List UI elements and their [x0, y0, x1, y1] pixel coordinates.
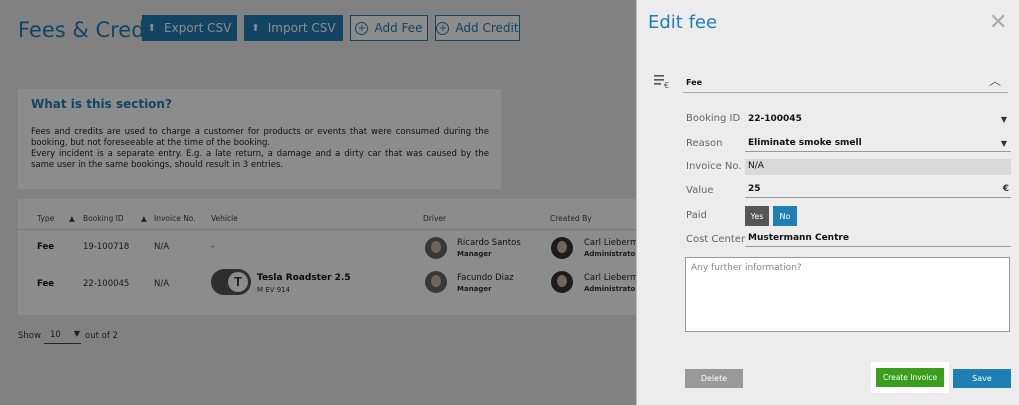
booking-id-label: Booking ID: [686, 113, 741, 124]
value-label: Value: [686, 185, 714, 196]
value-input[interactable]: 25 €: [745, 182, 1011, 198]
paid-yes-toggle[interactable]: Yes: [745, 206, 769, 226]
create-invoice-button[interactable]: Create Invoice: [876, 368, 944, 387]
currency-symbol: €: [1002, 184, 1009, 194]
chevron-up-icon[interactable]: ︿: [989, 72, 1001, 89]
paid-no-toggle[interactable]: No: [773, 206, 797, 226]
edit-fee-panel: Edit fee ✕ € Fee ︿ Booking ID 22-100045 …: [636, 0, 1019, 405]
reason-select[interactable]: Eliminate smoke smell ▼: [745, 136, 1011, 152]
create-invoice-highlight: Create Invoice: [871, 362, 949, 393]
svg-text:€: €: [664, 81, 669, 89]
delete-button[interactable]: Delete: [685, 369, 743, 388]
caret-down-icon: ▼: [1000, 139, 1007, 148]
booking-id-select[interactable]: 22-100045 ▼: [745, 112, 1011, 128]
fee-list-icon: €: [654, 75, 669, 89]
section-divider: [683, 92, 1008, 93]
close-icon[interactable]: ✕: [989, 10, 1007, 35]
invoice-no-label: Invoice No.: [686, 161, 742, 172]
reason-label: Reason: [686, 138, 723, 149]
notes-textarea[interactable]: Any further information?: [685, 257, 1010, 332]
fee-section-label[interactable]: Fee: [686, 78, 702, 87]
cost-center-label: Cost Center: [686, 234, 746, 245]
panel-title: Edit fee: [648, 12, 718, 33]
caret-down-icon: ▼: [1000, 115, 1007, 124]
paid-label: Paid: [686, 210, 707, 221]
invoice-no-field: N/A: [745, 159, 1011, 175]
cost-center-input[interactable]: Mustermann Centre: [745, 231, 1011, 247]
save-button[interactable]: Save: [953, 369, 1011, 388]
